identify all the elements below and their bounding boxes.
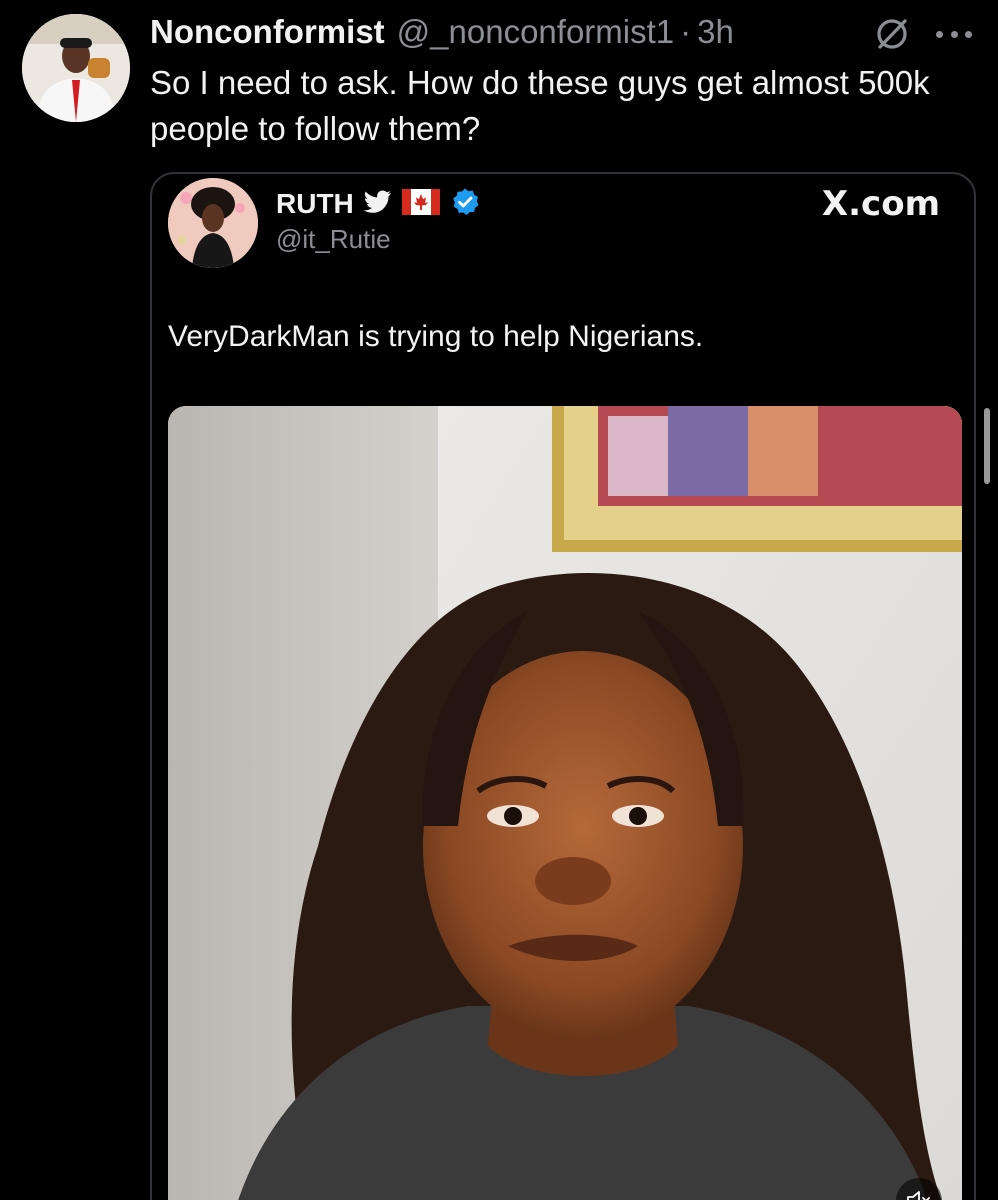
volume-muted-icon bbox=[907, 1191, 930, 1200]
more-dot bbox=[965, 30, 972, 38]
author-avatar[interactable] bbox=[22, 14, 130, 122]
author-display-name[interactable]: Nonconformist bbox=[150, 13, 385, 51]
quoted-tweet-card[interactable]: RUTH @it_Rutie X.com VeryDarkMan is tryi… bbox=[150, 172, 976, 1200]
tweet-text: So I need to ask. How do these guys get … bbox=[150, 64, 930, 147]
more-dot bbox=[936, 30, 943, 38]
tweet-header: Nonconformist @_nonconformist1 · 3h bbox=[150, 12, 734, 52]
bird-emoji bbox=[363, 190, 392, 219]
quoted-author-avatar[interactable] bbox=[168, 178, 258, 268]
author-avatar-image bbox=[22, 14, 130, 122]
quoted-name-row: RUTH bbox=[276, 186, 480, 222]
more-dot bbox=[950, 30, 958, 38]
quoted-handle[interactable]: @it_Rutie bbox=[276, 224, 391, 255]
video-thumbnail bbox=[168, 406, 962, 1200]
grok-icon[interactable] bbox=[872, 14, 912, 54]
separator-dot: · bbox=[680, 13, 692, 50]
quoted-tweet-text: VeryDarkMan is trying to help Nigerians. bbox=[168, 320, 704, 353]
more-options-icon[interactable] bbox=[932, 14, 976, 54]
tweet-timestamp[interactable]: 3h bbox=[697, 13, 734, 51]
canada-flag-emoji bbox=[401, 188, 440, 220]
quoted-display-name[interactable]: RUTH bbox=[276, 188, 354, 220]
author-handle[interactable]: @_nonconformist1 bbox=[397, 13, 674, 51]
scrollbar-thumb[interactable] bbox=[984, 408, 990, 484]
quoted-avatar-image bbox=[168, 178, 258, 268]
quoted-video[interactable] bbox=[168, 406, 962, 1200]
verified-badge-icon[interactable] bbox=[450, 187, 480, 222]
source-label: X.com bbox=[821, 184, 940, 224]
